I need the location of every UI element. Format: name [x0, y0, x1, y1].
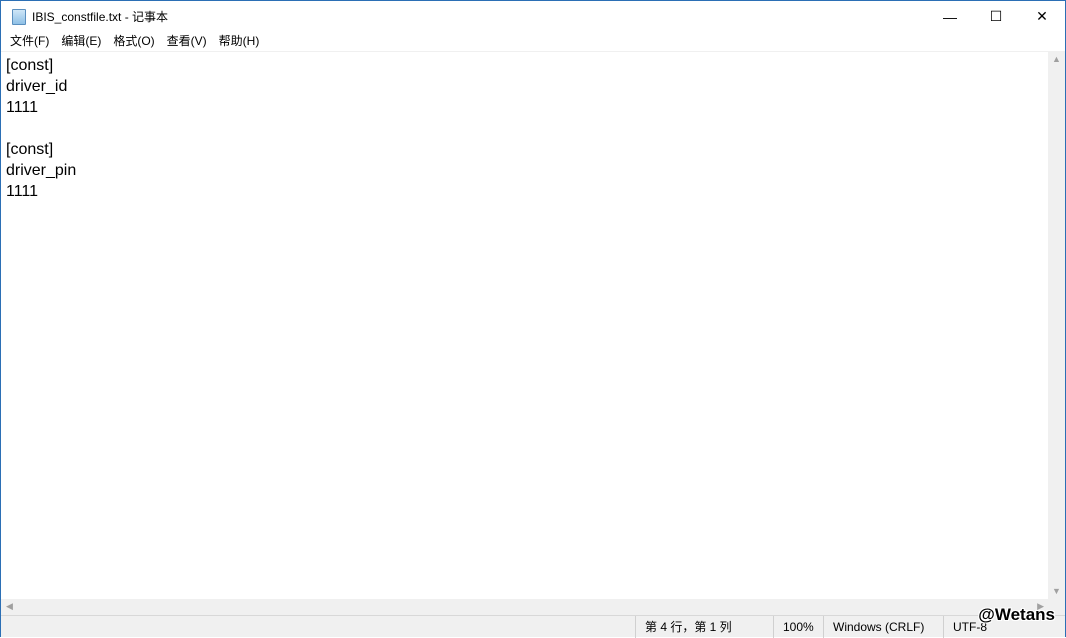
cursor-position: 第 4 行，第 1 列 — [635, 616, 732, 638]
menu-format[interactable]: 格式(O) — [107, 32, 160, 51]
text-editor[interactable]: [const] driver_id 1111 [const] driver_pi… — [1, 51, 1049, 599]
notepad-icon — [12, 8, 26, 25]
watermark: @Wetans — [978, 605, 1055, 624]
menu-help[interactable]: 帮助(H) — [213, 32, 266, 51]
scroll-up-icon[interactable]: ▲ — [1048, 54, 1065, 64]
horizontal-scrollbar[interactable]: ◀ ▶ — [1, 599, 1049, 615]
menu-edit[interactable]: 编辑(E) — [55, 32, 107, 51]
line-ending: Windows (CRLF) — [823, 616, 924, 638]
menu-view[interactable]: 查看(V) — [161, 32, 213, 51]
menu-file[interactable]: 文件(F) — [4, 32, 55, 51]
title-bar: IBIS_constfile.txt - 记事本 — ☐ ✕ — [1, 1, 1065, 32]
status-bar: 第 4 行，第 1 列 100% Windows (CRLF) UTF-8 — [1, 615, 1065, 638]
scroll-left-icon[interactable]: ◀ — [6, 601, 13, 612]
close-button[interactable]: ✕ — [1019, 1, 1065, 32]
scroll-down-icon[interactable]: ▼ — [1048, 586, 1065, 596]
maximize-button[interactable]: ☐ — [973, 1, 1019, 32]
window-title: IBIS_constfile.txt - 记事本 — [32, 10, 169, 24]
minimize-button[interactable]: — — [927, 1, 973, 32]
zoom-level: 100% — [773, 616, 814, 638]
vertical-scrollbar[interactable]: ▲ ▼ — [1048, 51, 1065, 599]
menu-bar: 文件(F) 编辑(E) 格式(O) 查看(V) 帮助(H) — [1, 32, 265, 51]
